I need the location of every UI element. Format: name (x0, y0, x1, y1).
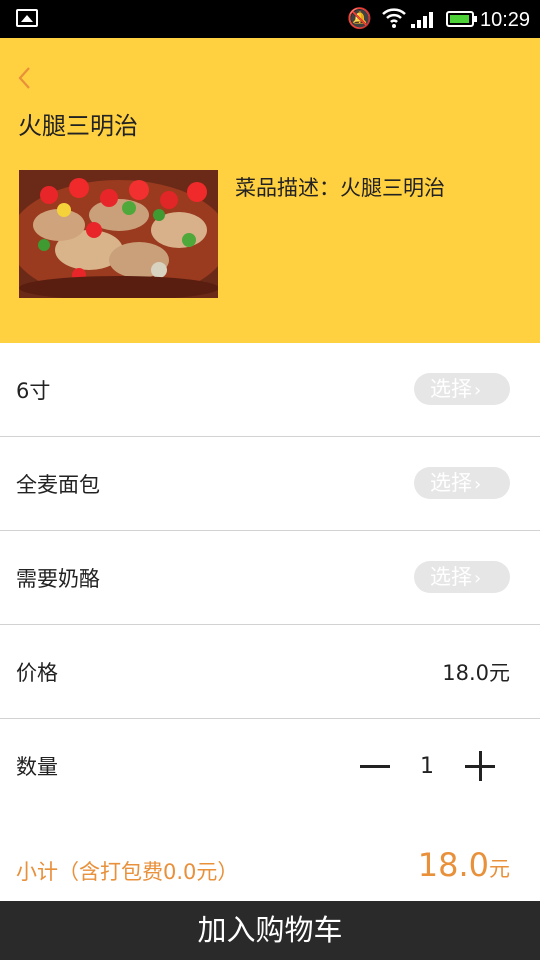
price-value: 18.0元 (442, 661, 510, 685)
option-label: 6寸 (16, 379, 51, 403)
chevron-right-icon: › (474, 568, 482, 589)
gallery-icon (16, 9, 38, 27)
select-button[interactable]: 选择 › (414, 373, 510, 405)
subtotal-label: 小计（含打包费0.0元） (16, 860, 239, 884)
status-bar: 🔕 10:29 (0, 0, 540, 38)
status-time: 10:29 (480, 9, 531, 31)
select-button[interactable]: 选择 › (414, 561, 510, 593)
option-row-bread: 全麦面包 选择 › (0, 437, 540, 531)
signal-icon (411, 12, 433, 28)
price-row: 价格 18.0元 (0, 625, 540, 719)
mute-icon: 🔕 (347, 6, 372, 30)
subtotal-number: 18.0 (417, 846, 489, 884)
decrease-quantity-button[interactable] (358, 749, 392, 783)
dish-description: 菜品描述：火腿三明治 (235, 176, 445, 200)
quantity-row: 数量 1 (0, 719, 540, 813)
option-label: 需要奶酪 (16, 567, 100, 591)
subtotal-unit: 元 (489, 857, 510, 881)
select-button[interactable]: 选择 › (414, 467, 510, 499)
price-label: 价格 (16, 661, 58, 685)
battery-icon (446, 11, 477, 27)
select-button-label: 选择 (430, 565, 472, 589)
dish-image (19, 170, 218, 298)
wifi-icon (382, 8, 406, 28)
page-title: 火腿三明治 (18, 112, 138, 140)
option-label: 全麦面包 (16, 473, 100, 497)
chevron-right-icon: › (474, 380, 482, 401)
option-row-cheese: 需要奶酪 选择 › (0, 531, 540, 625)
select-button-label: 选择 (430, 377, 472, 401)
quantity-label: 数量 (16, 755, 58, 779)
subtotal-row: 小计（含打包费0.0元） 18.0元 (0, 812, 540, 901)
quantity-value: 1 (420, 754, 434, 779)
back-arrow-icon[interactable] (15, 62, 39, 94)
increase-quantity-button[interactable] (463, 749, 497, 783)
select-button-label: 选择 (430, 471, 472, 495)
chevron-right-icon: › (474, 474, 482, 495)
subtotal-amount: 18.0元 (418, 846, 510, 884)
dish-header: 火腿三明治 菜品描述：火腿三明治 (0, 38, 540, 343)
option-row-size: 6寸 选择 › (0, 343, 540, 437)
add-to-cart-button[interactable]: 加入购物车 (0, 901, 540, 960)
